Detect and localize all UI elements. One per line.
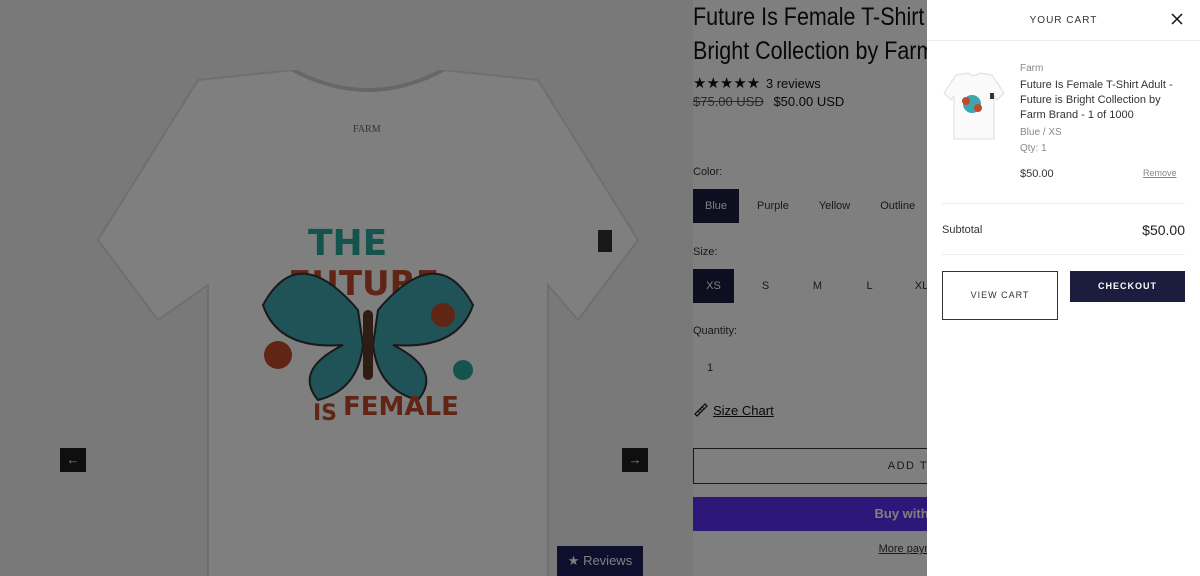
cart-item-vendor: Farm <box>1020 63 1044 74</box>
cart-line-item: Farm Future Is Female T-Shirt Adult - Fu… <box>942 41 1185 204</box>
cart-item-remove-link[interactable]: Remove <box>1143 168 1177 178</box>
subtotal-row: Subtotal $50.00 <box>942 204 1185 255</box>
subtotal-value: $50.00 <box>1142 222 1185 238</box>
cart-header: YOUR CART <box>927 0 1200 41</box>
cart-item-thumbnail[interactable] <box>942 71 1006 141</box>
cart-item-price: $50.00 <box>1020 168 1054 180</box>
page-overlay[interactable] <box>0 0 927 576</box>
close-icon[interactable] <box>1170 12 1184 26</box>
cart-title: YOUR CART <box>1029 15 1098 26</box>
view-cart-button[interactable]: VIEW CART <box>942 271 1058 320</box>
cart-item-title[interactable]: Future Is Female T-Shirt Adult - Future … <box>1020 78 1188 123</box>
cart-item-qty: Qty: 1 <box>1020 143 1047 154</box>
checkout-button[interactable]: CHECKOUT <box>1070 271 1185 302</box>
subtotal-label: Subtotal <box>942 224 983 236</box>
cart-item-variant: Blue / XS <box>1020 127 1062 138</box>
cart-drawer: YOUR CART Farm Future Is Female T-Shirt … <box>927 0 1200 576</box>
